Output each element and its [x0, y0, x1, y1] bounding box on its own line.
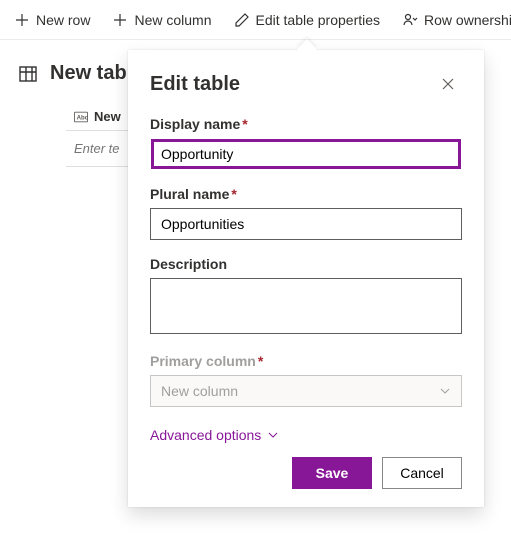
primary-column-field: Primary column* New column	[150, 353, 462, 407]
close-button[interactable]	[434, 70, 462, 98]
advanced-options-link[interactable]: Advanced options	[150, 427, 279, 443]
required-marker: *	[258, 353, 263, 369]
close-icon	[441, 77, 455, 91]
row-ownership-button[interactable]: Row ownership	[392, 4, 511, 36]
cancel-button[interactable]: Cancel	[382, 457, 462, 489]
new-row-button[interactable]: New row	[4, 4, 100, 36]
plural-name-label: Plural name*	[150, 186, 462, 202]
description-label: Description	[150, 256, 462, 272]
plus-icon	[14, 12, 30, 28]
new-row-label: New row	[36, 12, 90, 28]
plus-icon	[112, 12, 128, 28]
primary-column-value: New column	[161, 383, 238, 399]
description-field: Description	[150, 256, 462, 337]
edit-props-label: Edit table properties	[256, 12, 381, 28]
plural-name-field: Plural name*	[150, 186, 462, 240]
column-header-label: New	[94, 109, 121, 124]
advanced-options-label: Advanced options	[150, 427, 261, 443]
save-button[interactable]: Save	[292, 457, 372, 489]
panel-footer: Save Cancel	[150, 457, 462, 489]
panel-title: Edit table	[150, 73, 240, 96]
plural-name-input[interactable]	[150, 208, 462, 240]
edit-table-panel: Edit table Display name* Plural name* De…	[128, 50, 484, 507]
pencil-icon	[234, 12, 250, 28]
panel-header: Edit table	[150, 70, 462, 98]
chevron-down-icon	[267, 429, 279, 441]
display-name-field: Display name*	[150, 116, 462, 170]
description-input[interactable]	[150, 278, 462, 334]
new-column-button[interactable]: New column	[102, 4, 221, 36]
required-marker: *	[242, 116, 247, 132]
primary-column-label: Primary column*	[150, 353, 462, 369]
required-marker: *	[231, 186, 236, 202]
svg-text:Abc: Abc	[77, 114, 88, 121]
toolbar: New row New column Edit table properties…	[0, 0, 511, 40]
table-icon	[18, 64, 38, 84]
ownership-icon	[402, 12, 418, 28]
row-ownership-label: Row ownership	[424, 12, 511, 28]
edit-table-properties-button[interactable]: Edit table properties	[224, 4, 391, 36]
new-column-label: New column	[134, 12, 211, 28]
display-name-label: Display name*	[150, 116, 462, 132]
page-title: New tab	[50, 62, 127, 85]
primary-column-select: New column	[150, 375, 462, 407]
text-column-icon: Abc	[74, 111, 88, 123]
chevron-down-icon	[439, 385, 451, 397]
display-name-input[interactable]	[150, 138, 462, 170]
